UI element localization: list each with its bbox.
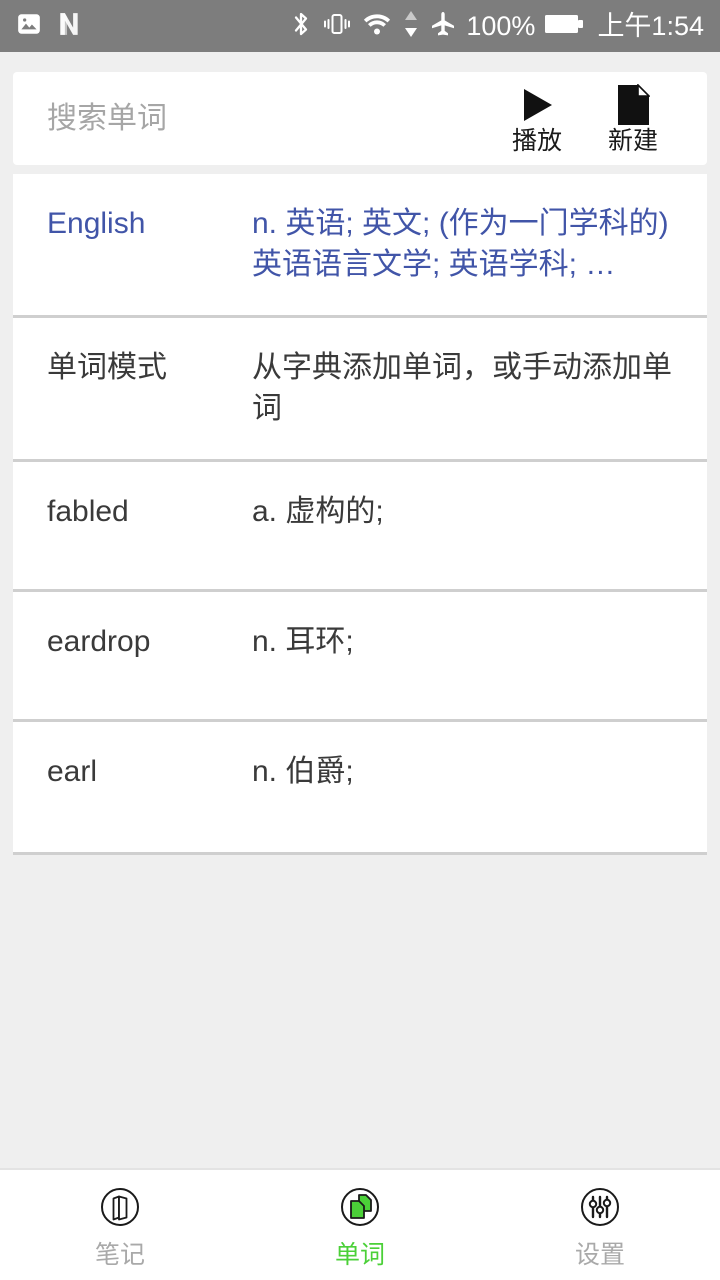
- notebook-icon: [92, 1183, 148, 1239]
- wifi-icon: [361, 10, 393, 43]
- play-button[interactable]: 播放: [489, 84, 585, 153]
- sidebar-item-label: 设置: [574, 1240, 625, 1269]
- word-definition: 从字典添加单词，或手动添加单词: [252, 351, 672, 425]
- table-row[interactable]: English n. 英语; 英文; (作为一门学科的)英语语言文学; 英语学科…: [13, 174, 707, 318]
- status-bar-right-icons: 100% 上午1:54: [289, 9, 704, 44]
- status-bar-clock: 上午1:54: [597, 10, 704, 41]
- table-row[interactable]: earl n. 伯爵;: [13, 722, 707, 852]
- new-document-icon: [616, 84, 650, 126]
- new-button[interactable]: 新建: [585, 84, 681, 153]
- new-button-label: 新建: [607, 126, 658, 155]
- sidebar-item-label: 笔记: [94, 1240, 145, 1269]
- battery-full-icon: [544, 12, 584, 41]
- status-bar: 100% 上午1:54: [0, 0, 720, 52]
- word-term: eardrop: [47, 625, 151, 658]
- table-row[interactable]: eardrop n. 耳环;: [13, 592, 707, 722]
- word-definition: n. 耳环;: [252, 625, 354, 658]
- copy-pages-icon: [332, 1183, 388, 1239]
- search-input[interactable]: [47, 72, 489, 165]
- table-row[interactable]: fabled a. 虚构的;: [13, 462, 707, 592]
- sidebar-item-words[interactable]: 单词: [240, 1183, 480, 1267]
- sidebar-item-label: 单词: [334, 1240, 385, 1269]
- search-bar[interactable]: 播放 新建: [13, 72, 707, 165]
- sidebar-item-notes[interactable]: 笔记: [0, 1183, 240, 1267]
- play-button-label: 播放: [511, 126, 562, 155]
- word-term: English: [47, 207, 146, 240]
- bluetooth-icon: [289, 9, 313, 44]
- word-term: earl: [47, 755, 98, 788]
- word-term: 单词模式: [47, 351, 167, 384]
- vibrate-icon: [322, 9, 352, 44]
- word-term: fabled: [47, 495, 129, 528]
- airplane-mode-icon: [429, 10, 457, 43]
- word-definition: n. 英语; 英文; (作为一门学科的)英语语言文学; 英语学科; …: [252, 207, 669, 281]
- word-definition: a. 虚构的;: [252, 495, 384, 528]
- sidebar-item-settings[interactable]: 设置: [480, 1183, 720, 1267]
- netflix-n-icon: [56, 11, 82, 42]
- image-icon: [16, 11, 42, 42]
- status-bar-left-icons: [16, 11, 82, 42]
- bottom-navigation-bar: 笔记 单词 设置: [0, 1168, 720, 1280]
- table-row[interactable]: 单词模式 从字典添加单词，或手动添加单词: [13, 318, 707, 462]
- word-list: English n. 英语; 英文; (作为一门学科的)英语语言文学; 英语学科…: [13, 174, 707, 855]
- battery-percentage: 100%: [466, 10, 536, 41]
- data-transfer-icon: [402, 9, 420, 44]
- word-definition: n. 伯爵;: [252, 755, 354, 788]
- sliders-icon: [572, 1183, 628, 1239]
- play-icon: [517, 84, 557, 126]
